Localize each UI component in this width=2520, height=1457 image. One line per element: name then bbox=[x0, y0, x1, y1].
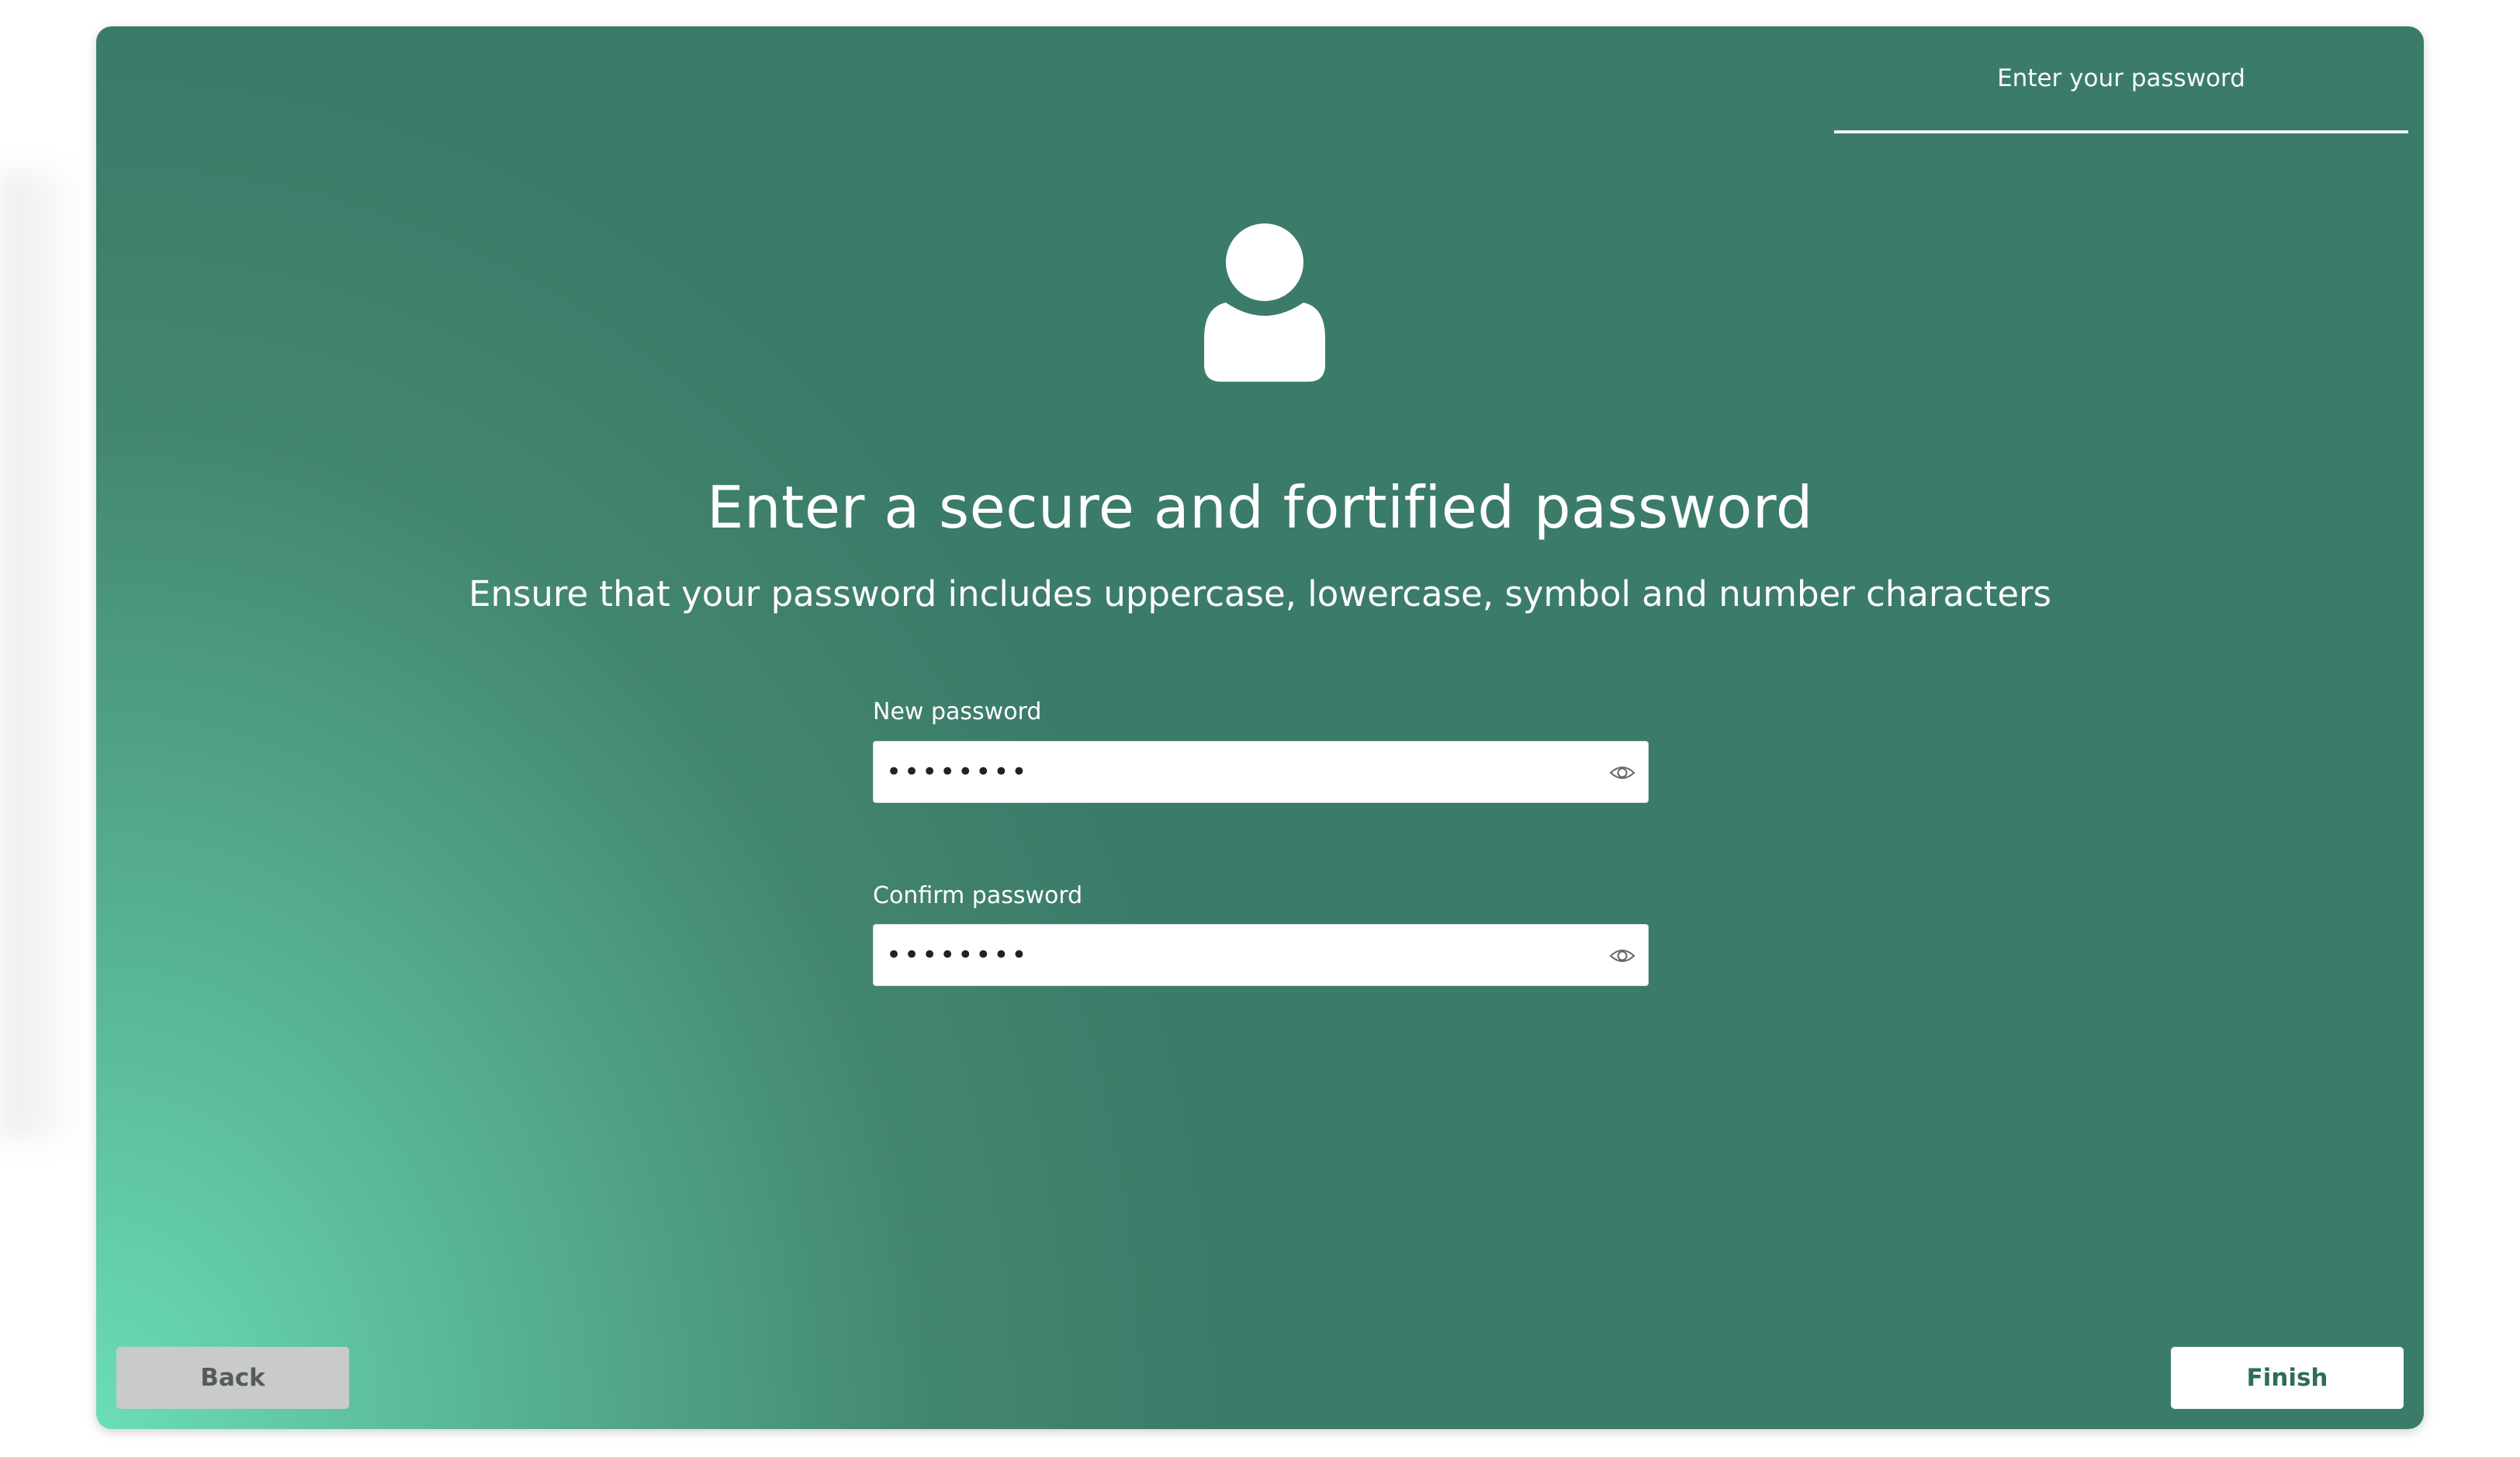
eye-icon[interactable] bbox=[1609, 943, 1636, 968]
step-tab-label: Enter your password bbox=[1997, 64, 2245, 92]
user-icon bbox=[1203, 222, 1327, 382]
finish-button[interactable]: Finish bbox=[2171, 1347, 2404, 1409]
new-password-input[interactable] bbox=[886, 742, 1584, 802]
confirm-password-field[interactable] bbox=[873, 924, 1649, 986]
finish-button-label: Finish bbox=[2246, 1364, 2328, 1392]
page-subtitle: Ensure that your password includes upper… bbox=[469, 573, 2051, 614]
confirm-password-label: Confirm password bbox=[873, 882, 1083, 909]
page-title: Enter a secure and fortified password bbox=[707, 473, 1813, 542]
page: Enter your password Enter a secure and f… bbox=[0, 0, 2520, 1457]
new-password-label: New password bbox=[873, 698, 1042, 725]
eye-icon[interactable] bbox=[1609, 760, 1636, 785]
back-button[interactable]: Back bbox=[116, 1347, 349, 1409]
background-shadow bbox=[0, 171, 85, 1140]
confirm-password-input[interactable] bbox=[886, 925, 1584, 985]
step-tab-enter-password[interactable]: Enter your password bbox=[1834, 26, 2408, 133]
new-password-field[interactable] bbox=[873, 741, 1649, 803]
back-button-label: Back bbox=[200, 1364, 265, 1392]
setup-dialog: Enter your password Enter a secure and f… bbox=[96, 26, 2424, 1429]
